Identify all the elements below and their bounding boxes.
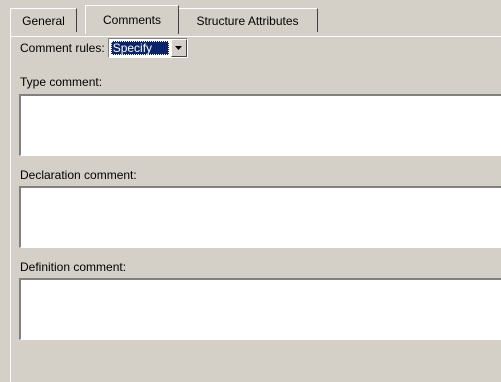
tab-general-label: General xyxy=(22,13,65,28)
comment-rules-dropdown[interactable]: Specify xyxy=(107,38,188,58)
comment-rules-label: Comment rules: xyxy=(20,41,105,55)
tab-comments-label: Comments xyxy=(102,13,161,27)
dropdown-button[interactable] xyxy=(170,39,187,57)
declaration-comment-field[interactable] xyxy=(19,186,501,248)
tab-strip: General Comments Structure Attributes xyxy=(10,5,501,37)
tab-general[interactable]: General xyxy=(10,8,77,32)
definition-comment-field[interactable] xyxy=(19,278,501,340)
type-comment-field[interactable] xyxy=(19,94,501,156)
definition-comment-label: Definition comment: xyxy=(20,260,127,274)
tab-structure-attributes-label: Structure Attributes xyxy=(196,13,299,28)
type-comment-label: Type comment: xyxy=(20,75,103,89)
tab-comments[interactable]: Comments xyxy=(85,5,179,34)
tab-structure-attributes[interactable]: Structure Attributes xyxy=(177,8,318,32)
comments-panel: General Comments Structure Attributes Co… xyxy=(0,0,501,382)
chevron-down-icon xyxy=(175,46,183,50)
tab-underline xyxy=(10,36,501,37)
comment-rules-row: Comment rules: Specify xyxy=(20,38,188,58)
comment-rules-selected-value: Specify xyxy=(110,41,169,55)
declaration-comment-label: Declaration comment: xyxy=(20,168,137,182)
